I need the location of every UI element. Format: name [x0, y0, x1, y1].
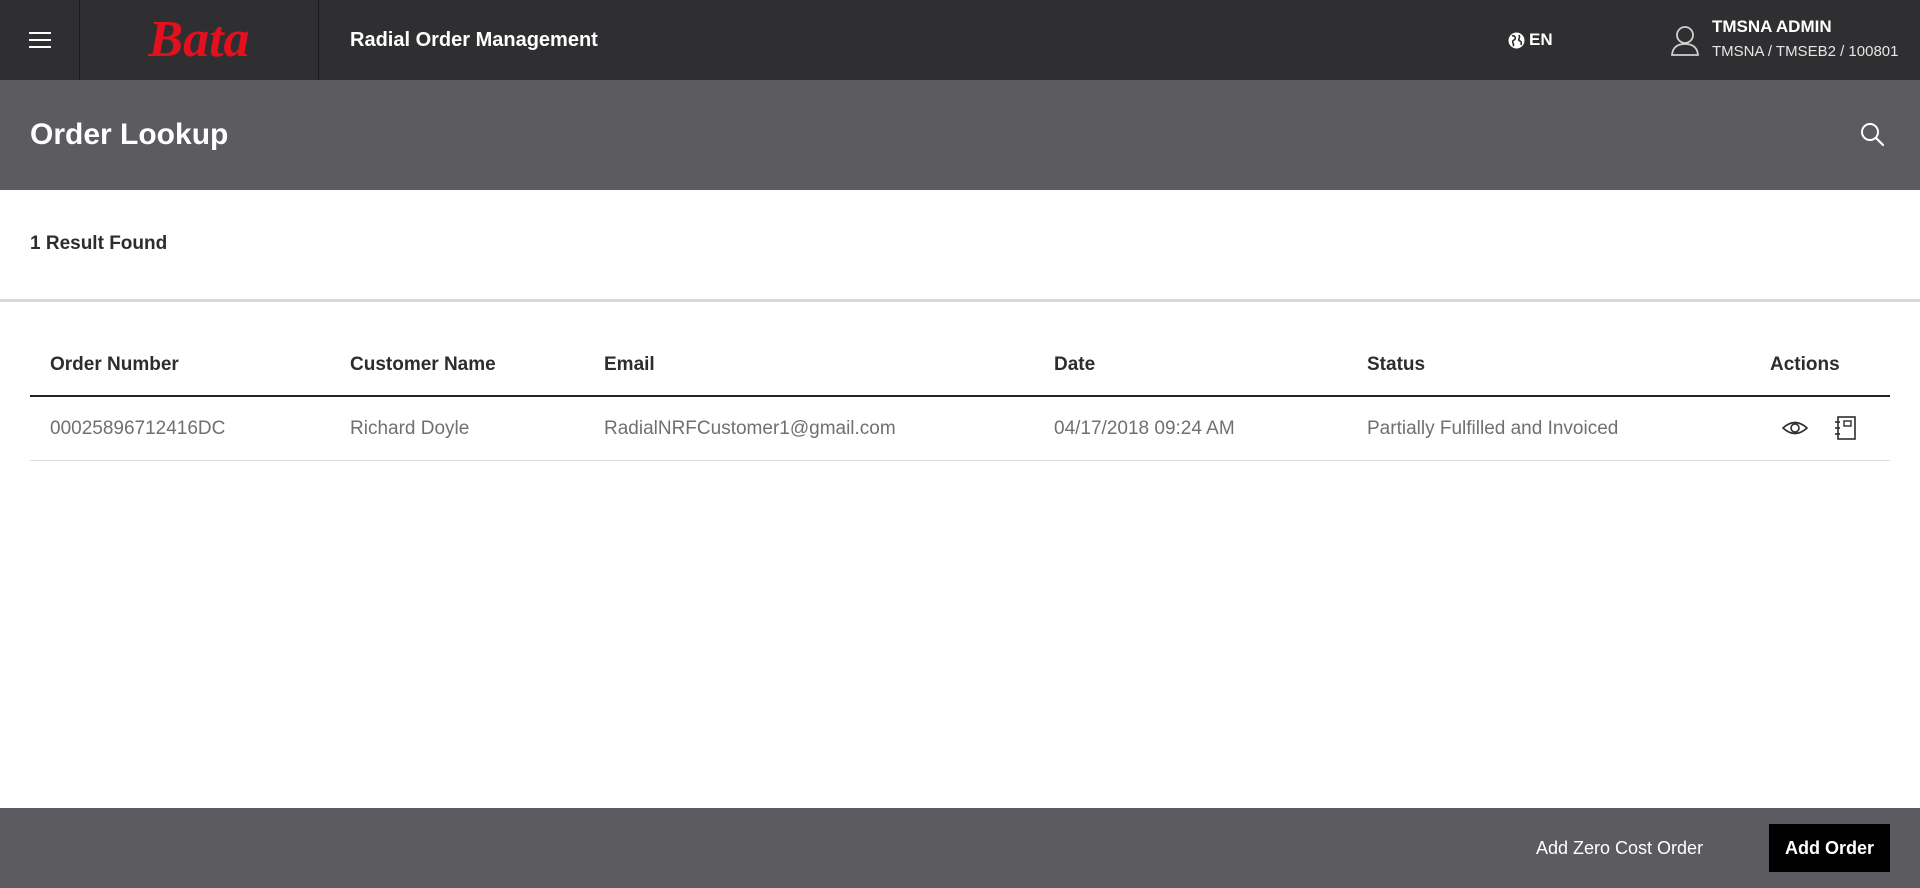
user-name[interactable]: TMSNA ADMIN: [1712, 17, 1832, 37]
brand-logo[interactable]: Bata: [80, 0, 319, 80]
top-bar: Bata Radial Order Management EN TMSNA AD…: [0, 0, 1920, 80]
language-label: EN: [1529, 30, 1553, 49]
cell-order-number: 00025896712416DC: [50, 418, 226, 439]
eye-icon[interactable]: [1782, 416, 1808, 440]
cell-email: RadialNRFCustomer1@gmail.com: [604, 418, 896, 439]
bata-logo: Bata: [147, 14, 249, 66]
footer-bar: Add Zero Cost Order Add Order: [0, 808, 1920, 888]
page-header: Order Lookup: [0, 80, 1920, 190]
app-title: Radial Order Management: [350, 29, 598, 51]
notes-icon[interactable]: [1834, 415, 1858, 441]
cell-customer-name: Richard Doyle: [350, 418, 470, 439]
column-header-date[interactable]: Date: [1054, 340, 1095, 395]
user-context: TMSNA / TMSEB2 / 100801: [1712, 43, 1899, 60]
column-header-email[interactable]: Email: [604, 340, 655, 395]
cell-date: 04/17/2018 09:24 AM: [1054, 418, 1235, 439]
column-header-customer-name[interactable]: Customer Name: [350, 340, 496, 395]
user-icon[interactable]: [1670, 24, 1700, 56]
add-order-button[interactable]: Add Order: [1769, 824, 1890, 872]
results-divider: [0, 299, 1920, 302]
page-title: Order Lookup: [30, 118, 229, 151]
add-zero-cost-order-link[interactable]: Add Zero Cost Order: [1536, 808, 1703, 888]
menu-button[interactable]: [0, 0, 80, 80]
language-selector[interactable]: EN: [1508, 0, 1553, 80]
svg-text:Bata: Bata: [147, 14, 249, 66]
column-header-actions: Actions: [1770, 354, 1840, 375]
globe-icon: [1508, 32, 1525, 48]
orders-table: Order Number Customer Name Email Date St…: [30, 340, 1890, 461]
cell-status: Partially Fulfilled and Invoiced: [1367, 418, 1619, 439]
table-header: Order Number Customer Name Email Date St…: [30, 340, 1890, 397]
hamburger-icon: [28, 32, 51, 48]
results-count: 1 Result Found: [30, 233, 168, 254]
column-header-status[interactable]: Status: [1367, 340, 1425, 395]
search-icon[interactable]: [1858, 120, 1886, 148]
column-header-order-number[interactable]: Order Number: [50, 340, 179, 395]
table-row[interactable]: 00025896712416DC Richard Doyle RadialNRF…: [30, 397, 1890, 461]
